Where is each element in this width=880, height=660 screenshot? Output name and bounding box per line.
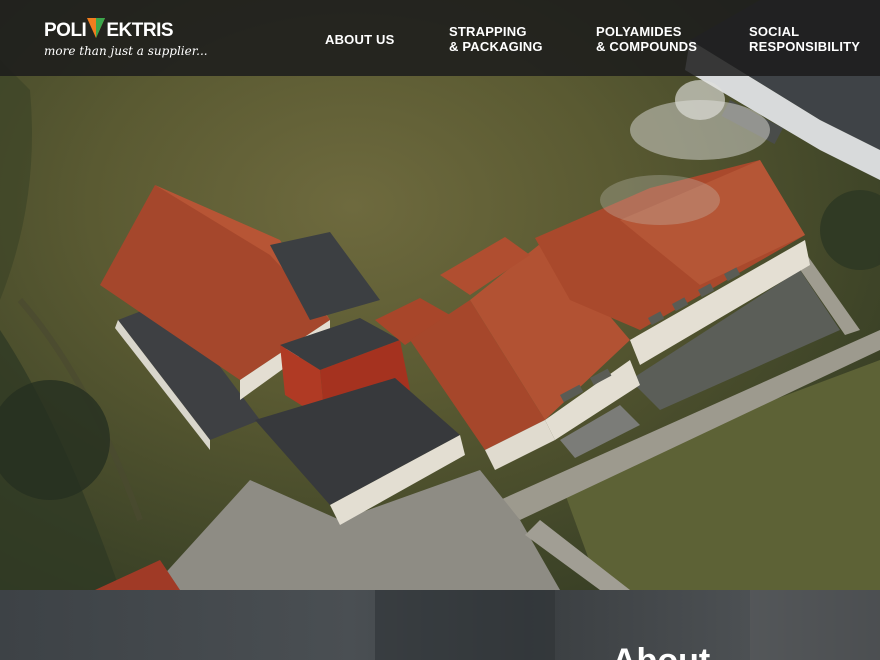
nav-item-polyamides-compounds[interactable]: POLYAMIDES & COMPOUNDS <box>596 24 697 54</box>
hero-aerial-image <box>0 0 880 590</box>
nav-item-strapping-packaging[interactable]: STRAPPING & PACKAGING <box>449 24 543 54</box>
main-navigation: ABOUT US STRAPPING & PACKAGING POLYAMIDE… <box>0 24 880 64</box>
nav-item-label-line1: SOCIAL <box>749 24 800 39</box>
nav-item-label-line1: POLYAMIDES <box>596 24 682 39</box>
nav-item-label-line1: STRAPPING <box>449 24 527 39</box>
nav-item-social-responsibility[interactable]: SOCIAL RESPONSIBILITY <box>749 24 860 54</box>
nav-item-label-line2: & COMPOUNDS <box>596 39 698 54</box>
nav-item-about-us[interactable]: ABOUT US <box>325 32 395 47</box>
nav-item-label-line2: & PACKAGING <box>449 39 543 54</box>
nav-item-label-line2: RESPONSIBILITY <box>749 39 861 54</box>
section-heading: About <box>612 642 710 660</box>
about-section: About <box>0 590 880 660</box>
aerial-building-illustration <box>0 0 880 590</box>
nav-item-label: ABOUT US <box>325 32 395 47</box>
background-panel <box>375 590 555 660</box>
background-panel <box>750 590 880 660</box>
site-header: POLI EKTRIS more than just a supplier... … <box>0 0 880 76</box>
